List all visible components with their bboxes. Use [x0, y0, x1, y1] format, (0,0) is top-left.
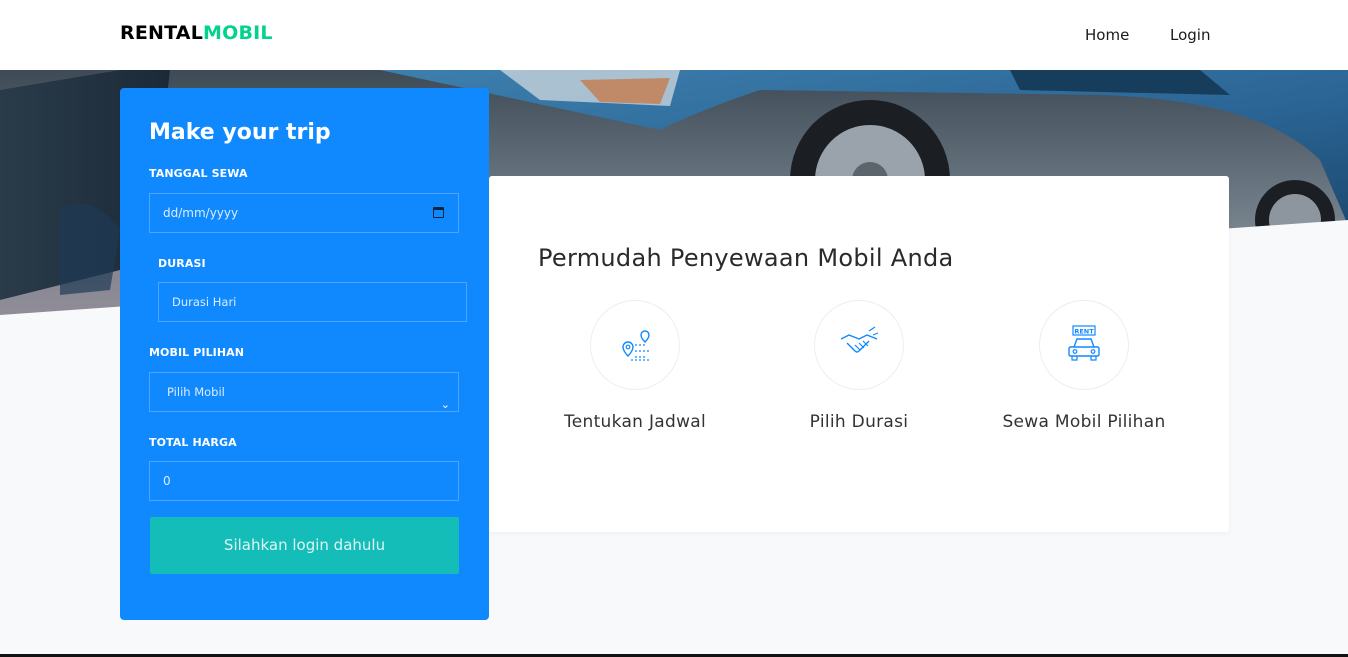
feature-rent-car: RENT Sewa Mobil Pilihan [974, 300, 1194, 432]
duration-placeholder: Durasi Hari [172, 295, 237, 309]
rent-car-icon: RENT [1068, 325, 1100, 361]
date-placeholder: dd/mm/yyyy [163, 206, 239, 220]
route-map-icon [622, 330, 651, 361]
total-price-field[interactable]: 0 [149, 461, 459, 501]
navbar: RENTALMOBIL Home Login [0, 0, 1348, 70]
chevron-down-icon: ⌄ [440, 398, 450, 411]
nav-home-link[interactable]: Home [1085, 26, 1129, 44]
trip-form: Make your trip TANGGAL SEWA dd/mm/yyyy D… [120, 88, 489, 620]
feature-label: Sewa Mobil Pilihan [1002, 412, 1166, 432]
calendar-icon[interactable] [433, 207, 444, 218]
car-label: MOBIL PILIHAN [149, 346, 245, 359]
brand-text-mobil: MOBIL [203, 22, 273, 44]
date-label: TANGGAL SEWA [149, 167, 248, 180]
car-select-value: Pilih Mobil [167, 385, 225, 399]
login-first-button[interactable]: Silahkan login dahulu [150, 517, 459, 574]
info-card: Permudah Penyewaan Mobil Anda Tentukan J… [489, 176, 1229, 532]
feature-label: Pilih Durasi [809, 412, 909, 432]
svg-text:RENT: RENT [1074, 328, 1094, 336]
duration-label: DURASI [158, 257, 206, 270]
feature-schedule: Tentukan Jadwal [525, 300, 745, 432]
feature-duration: Pilih Durasi [749, 300, 969, 432]
feature-icon-circle [814, 300, 904, 390]
car-select[interactable]: Pilih Mobil ⌄ [149, 372, 459, 412]
date-input[interactable]: dd/mm/yyyy [149, 193, 459, 233]
nav-login-link[interactable]: Login [1170, 26, 1210, 44]
feature-icon-circle [590, 300, 680, 390]
total-label: TOTAL HARGA [149, 436, 237, 449]
feature-label: Tentukan Jadwal [563, 412, 707, 432]
trip-form-title: Make your trip [149, 120, 331, 145]
brand-text-rental: RENTAL [120, 22, 204, 44]
handshake-icon [840, 326, 879, 353]
brand-logo[interactable]: RENTALMOBIL [120, 22, 273, 44]
duration-input[interactable]: Durasi Hari [158, 282, 467, 322]
feature-icon-circle: RENT [1039, 300, 1129, 390]
info-title: Permudah Penyewaan Mobil Anda [538, 244, 954, 272]
total-price-value: 0 [163, 474, 171, 488]
